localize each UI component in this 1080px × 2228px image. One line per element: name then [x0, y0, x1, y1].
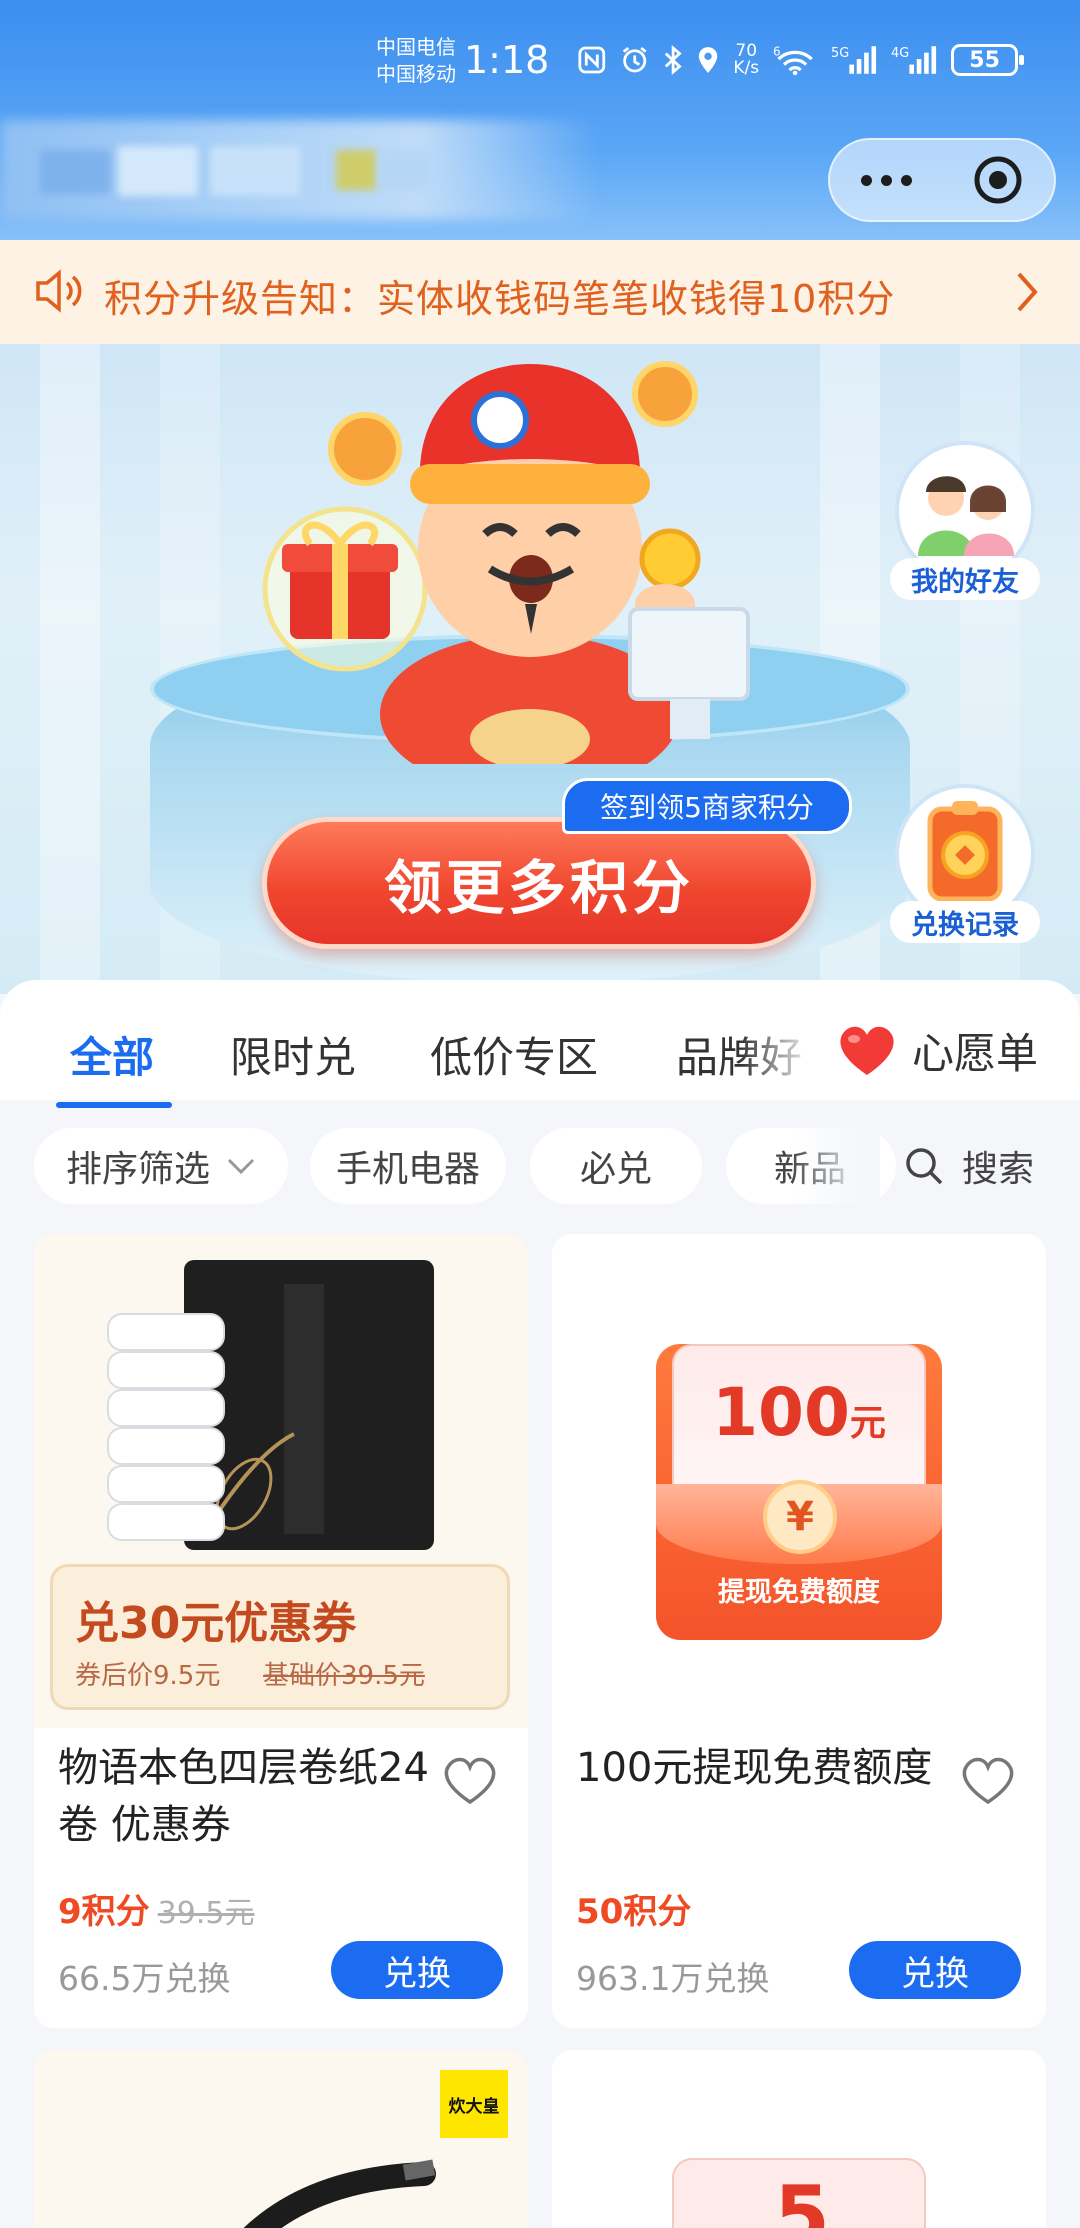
my-friends-label: 我的好友: [890, 558, 1040, 600]
product-card-partial-left[interactable]: 炊大皇: [34, 2050, 528, 2228]
yuan-coin-icon: ¥: [763, 1480, 837, 1554]
active-tab-indicator: [56, 1102, 172, 1108]
svg-text:5G: 5G: [831, 46, 849, 61]
blurred-app-title: [0, 110, 600, 220]
bluetooth-icon: [664, 45, 682, 75]
points-value: 9积分: [58, 1892, 150, 1932]
more-menu-button[interactable]: [830, 174, 942, 186]
sort-filter-button[interactable]: 排序筛选: [34, 1128, 288, 1204]
chevron-right-icon: [1017, 272, 1038, 312]
fortune-god-illustration: [262, 361, 750, 764]
signal-4g-icon: 4G: [891, 46, 937, 74]
checkin-badge: 签到领5商家积分: [562, 778, 852, 834]
coupon-after-price: 券后价9.5元: [75, 1661, 221, 1691]
miniprogram-capsule: [828, 138, 1056, 222]
notice-bar[interactable]: 积分升级告知：实体收钱码笔笔收钱得10积分: [0, 240, 1080, 344]
envelope-amount-unit: 元: [849, 1403, 886, 1444]
carrier-1: 中国电信: [376, 35, 456, 59]
tabs-fade: [740, 1000, 840, 1100]
product-image-tissue: 兑30元优惠券 券后价9.5元 基础价39.5元: [34, 1234, 528, 1728]
net-speed-unit: K/s: [733, 58, 760, 78]
filter-bar: 排序筛选 手机电器 必兑 新品 搜索: [0, 1128, 1080, 1208]
product-card-withdraw[interactable]: 100元 ¥ 提现免费额度 100元提现免费额度 50积分 963.1万兑换 兑…: [552, 1234, 1046, 2028]
envelope-digit: 5: [774, 2169, 830, 2228]
coupon-tag: 兑30元优惠券 券后价9.5元 基础价39.5元: [50, 1564, 510, 1710]
tab-limited[interactable]: 限时兑: [230, 1024, 356, 1085]
sort-filter-label: 排序筛选: [65, 1149, 210, 1190]
hero-banner: 我的好友 兑换记录 领更多积分 签到领5商家积分: [0, 344, 1080, 994]
tab-low-price[interactable]: 低价专区: [430, 1024, 598, 1085]
product-card-partial-right[interactable]: 5: [552, 2050, 1046, 2228]
heart-icon: [840, 1026, 894, 1075]
chevron-down-icon: [227, 1158, 255, 1175]
nfc-icon: [578, 46, 606, 74]
favorite-heart-icon[interactable]: [440, 1754, 500, 1808]
coupon-base-price: 基础价39.5元: [263, 1661, 425, 1691]
category-tabs: 全部 限时兑 低价专区 品牌好 心愿单: [0, 980, 1080, 1100]
redeem-button[interactable]: 兑换: [331, 1941, 503, 1999]
close-miniprogram-button[interactable]: [942, 154, 1054, 206]
speaker-icon: [36, 269, 82, 313]
tab-all[interactable]: 全部: [70, 1024, 154, 1085]
wishlist-button[interactable]: 心愿单: [836, 1020, 1038, 1081]
product-card-tissue[interactable]: 兑30元优惠券 券后价9.5元 基础价39.5元 物语本色四层卷纸24卷 优惠券…: [34, 1234, 528, 2028]
location-icon: [699, 47, 718, 73]
my-friends-button[interactable]: 我的好友: [890, 436, 1040, 600]
signal-5g-icon: 5G: [831, 46, 877, 74]
status-bar: 中国电信 中国移动 1:18 70 K/s 6 5G 4G 55: [0, 28, 1080, 98]
red-envelope-illustration: 100元 ¥ 提现免费额度: [656, 1344, 942, 1640]
envelope-subtitle: 提现免费额度: [718, 1577, 880, 1608]
envelope-amount: 100元: [656, 1374, 942, 1451]
redeem-count: 963.1万兑换: [576, 1959, 770, 1998]
status-icons: 70 K/s 6 5G 4G 55: [578, 42, 1024, 78]
search-button[interactable]: 搜索: [904, 1128, 1034, 1204]
favorite-heart-icon[interactable]: [958, 1754, 1018, 1808]
carrier-2: 中国移动: [376, 62, 456, 86]
exchange-records-label: 兑换记录: [890, 901, 1040, 943]
svg-text:4G: 4G: [891, 46, 909, 61]
pan-handle-illustration: [243, 2159, 436, 2228]
battery-indicator: 55: [951, 44, 1024, 76]
product-panel: 全部 限时兑 低价专区 品牌好 心愿单 排序筛选 手机电器 必兑 新品 搜索: [0, 980, 1080, 2228]
coupon-title: 兑30元优惠券: [75, 1598, 357, 1649]
alarm-icon: [622, 46, 647, 73]
original-price: 39.5元: [157, 1896, 255, 1931]
net-speed: 70 K/s: [733, 43, 759, 77]
product-image-envelope: 100元 ¥ 提现免费额度: [552, 1234, 1046, 1728]
product-title: 物语本色四层卷纸24卷 优惠券: [58, 1745, 429, 1848]
product-title: 100元提现免费额度: [576, 1745, 933, 1791]
exchange-records-button[interactable]: 兑换记录: [890, 779, 1040, 943]
notice-text: 积分升级告知：实体收钱码笔笔收钱得10积分: [104, 277, 896, 321]
search-label: 搜索: [962, 1149, 1035, 1190]
redeem-button[interactable]: 兑换: [849, 1941, 1021, 1999]
redeem-count: 66.5万兑换: [58, 1959, 231, 1998]
chips-fade: [790, 1128, 880, 1204]
points-value: 50积分: [576, 1892, 692, 1932]
search-icon: [906, 1148, 943, 1185]
wifi-icon: 6: [773, 44, 813, 76]
earn-more-points-button[interactable]: 领更多积分: [262, 817, 816, 949]
wishlist-label: 心愿单: [912, 1029, 1039, 1078]
chip-phone-appliance[interactable]: 手机电器: [310, 1128, 506, 1204]
carrier-labels: 中国电信 中国移动: [376, 34, 456, 88]
envelope-amount-value: 100: [712, 1374, 850, 1451]
chip-must-redeem[interactable]: 必兑: [530, 1128, 702, 1204]
tissue-pack-illustration: [107, 1260, 434, 1550]
product-points: 9积分 39.5元: [58, 1884, 254, 1933]
status-time: 1:18: [464, 38, 550, 82]
product-points: 50积分: [576, 1884, 691, 1933]
target-icon: [974, 156, 1022, 204]
